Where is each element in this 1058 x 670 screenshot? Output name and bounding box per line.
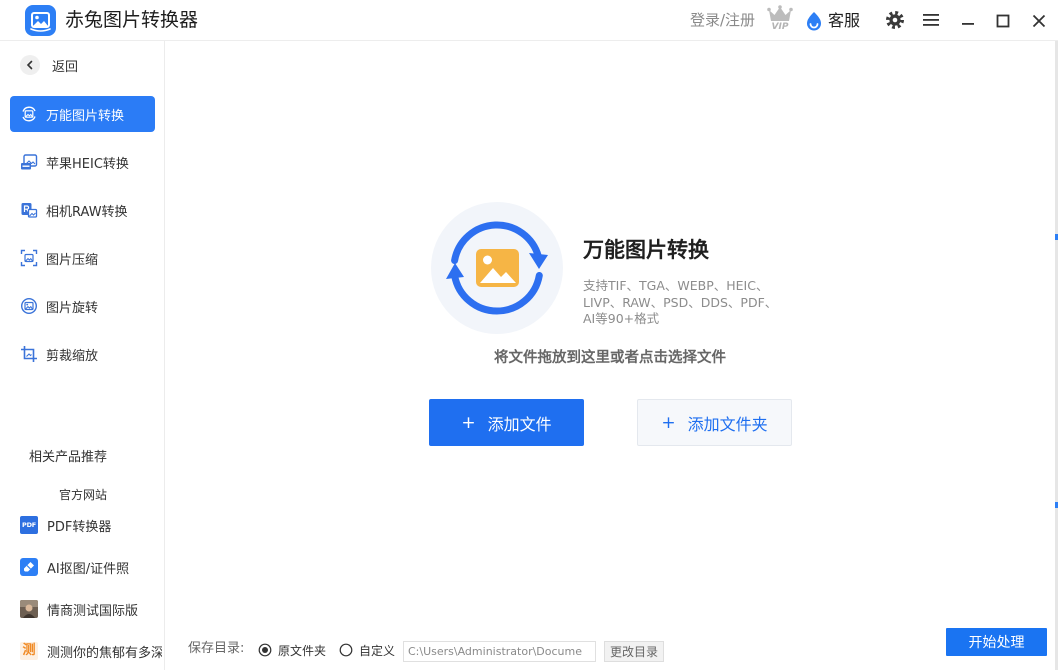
sidebar-item-compress[interactable]: 图片压缩 bbox=[10, 240, 155, 276]
feature-description: 支持TIF、TGA、WEBP、HEIC、 LIVP、RAW、PSD、DDS、PD… bbox=[583, 278, 777, 328]
save-path-field[interactable] bbox=[403, 641, 596, 662]
add-folder-button[interactable]: + 添加文件夹 bbox=[637, 399, 792, 446]
sidebar-item-label: 图片压缩 bbox=[46, 252, 99, 268]
sidebar: 返回 万能图片转换 苹果HEIC转换 相机RAW转换 图片压缩 图片旋转 剪裁缩… bbox=[0, 41, 165, 670]
radio-custom-folder[interactable]: 自定义 bbox=[339, 641, 395, 659]
image-convert-icon bbox=[22, 106, 36, 122]
product-label: AI抠图/证件照 bbox=[47, 561, 130, 577]
gear-icon bbox=[886, 11, 904, 29]
test-icon: 测 bbox=[20, 642, 38, 660]
radio-label: 自定义 bbox=[359, 643, 396, 658]
sidebar-item-label: 苹果HEIC转换 bbox=[46, 156, 129, 172]
app-title: 赤兔图片转换器 bbox=[65, 9, 199, 31]
service-drop-icon bbox=[807, 12, 821, 31]
product-label: PDF转换器 bbox=[47, 519, 112, 535]
raw-icon bbox=[21, 203, 38, 218]
menu-icon bbox=[923, 14, 939, 26]
related-products-title: 相关产品推荐 bbox=[29, 450, 108, 465]
radio-unchecked-icon bbox=[339, 643, 353, 657]
login-register-link[interactable]: 登录/注册 bbox=[690, 10, 755, 31]
vip-label: VIP bbox=[771, 22, 789, 32]
sidebar-item-label: 图片旋转 bbox=[46, 300, 99, 316]
sidebar-item-raw-convert[interactable]: 相机RAW转换 bbox=[10, 192, 155, 228]
heic-icon bbox=[21, 154, 38, 170]
drop-zone[interactable]: 万能图片转换 支持TIF、TGA、WEBP、HEIC、 LIVP、RAW、PSD… bbox=[165, 41, 1058, 670]
product-pdf-converter[interactable]: PDF PDF转换器 bbox=[10, 507, 162, 543]
start-processing-button[interactable]: 开始处理 bbox=[946, 628, 1047, 656]
product-anxiety-test[interactable]: 测 测测你的焦郁有多深 bbox=[10, 633, 162, 669]
product-label: 情商测试国际版 bbox=[47, 603, 139, 619]
sidebar-item-heic-convert[interactable]: 苹果HEIC转换 bbox=[10, 144, 155, 180]
feature-description-line: AI等90+格式 bbox=[583, 311, 660, 326]
eraser-icon bbox=[20, 558, 38, 576]
product-label: 测测你的焦郁有多深 bbox=[47, 645, 162, 661]
convert-hero-icon bbox=[431, 202, 563, 334]
product-ai-cutout[interactable]: AI抠图/证件照 bbox=[10, 549, 162, 585]
close-icon bbox=[1032, 14, 1046, 28]
back-arrow-icon bbox=[20, 55, 40, 75]
title-bar: 赤兔图片转换器 登录/注册 VIP 客服 bbox=[0, 0, 1058, 41]
feature-title: 万能图片转换 bbox=[583, 238, 709, 262]
customer-service-label: 客服 bbox=[828, 11, 861, 30]
official-site-link[interactable]: 官方网站 bbox=[59, 487, 107, 503]
rotate-icon bbox=[20, 297, 38, 315]
crop-icon bbox=[21, 346, 37, 362]
add-file-label: 添加文件 bbox=[487, 414, 552, 434]
maximize-button[interactable] bbox=[993, 11, 1013, 31]
close-button[interactable] bbox=[1029, 11, 1049, 31]
plus-icon: + bbox=[661, 412, 676, 433]
minimize-icon bbox=[962, 23, 974, 25]
pdf-icon: PDF bbox=[20, 516, 38, 534]
radio-label: 原文件夹 bbox=[278, 643, 327, 658]
sidebar-item-universal-convert[interactable]: 万能图片转换 bbox=[10, 96, 155, 132]
compress-icon bbox=[20, 249, 38, 267]
radio-original-folder[interactable]: 原文件夹 bbox=[258, 641, 326, 659]
sidebar-item-crop-resize[interactable]: 剪裁缩放 bbox=[10, 336, 155, 372]
sidebar-item-label: 剪裁缩放 bbox=[46, 348, 99, 364]
sidebar-item-label: 万能图片转换 bbox=[46, 108, 125, 124]
back-label: 返回 bbox=[52, 59, 79, 75]
add-folder-label: 添加文件夹 bbox=[687, 414, 768, 434]
plus-icon: + bbox=[461, 412, 476, 433]
feature-description-line: LIVP、RAW、PSD、DDS、PDF、 bbox=[583, 294, 778, 310]
change-directory-button[interactable]: 更改目录 bbox=[604, 641, 664, 662]
vip-crown-icon bbox=[767, 5, 793, 21]
app-logo-icon bbox=[25, 5, 56, 36]
sidebar-item-label: 相机RAW转换 bbox=[46, 204, 128, 220]
save-directory-label: 保存目录: bbox=[188, 641, 245, 656]
drop-hint: 将文件拖放到这里或者点击选择文件 bbox=[494, 350, 726, 366]
main-menu-button[interactable] bbox=[921, 10, 941, 30]
settings-button[interactable] bbox=[885, 10, 905, 30]
sidebar-item-rotate[interactable]: 图片旋转 bbox=[10, 288, 155, 324]
minimize-button[interactable] bbox=[958, 11, 978, 31]
avatar-icon bbox=[20, 600, 38, 618]
feature-description-line: 支持TIF、TGA、WEBP、HEIC、 bbox=[583, 278, 769, 293]
vip-button[interactable]: VIP bbox=[766, 5, 794, 34]
maximize-icon bbox=[996, 14, 1010, 28]
back-button[interactable]: 返回 bbox=[10, 47, 155, 83]
radio-checked-icon bbox=[258, 643, 272, 657]
add-file-button[interactable]: + 添加文件 bbox=[429, 399, 584, 446]
product-eq-test[interactable]: 情商测试国际版 bbox=[10, 591, 162, 627]
customer-service-button[interactable]: 客服 bbox=[805, 9, 860, 33]
